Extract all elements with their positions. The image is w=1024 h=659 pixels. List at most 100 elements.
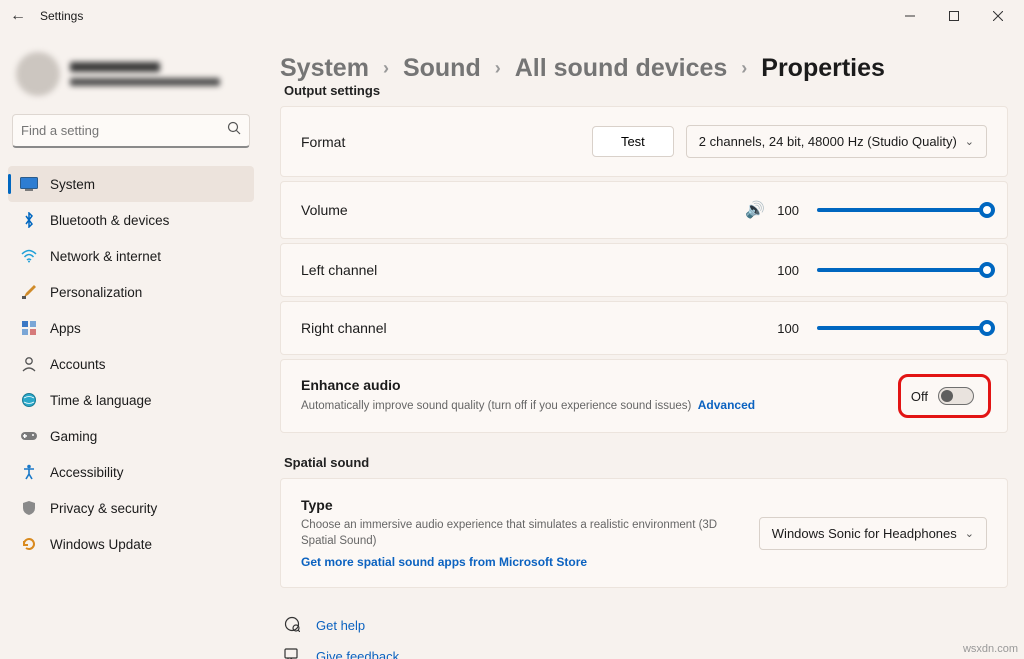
breadcrumb: System › Sound › All sound devices › Proper…: [280, 32, 1008, 89]
nav-list: System Bluetooth & devices Network & int…: [8, 166, 254, 562]
nav-bluetooth[interactable]: Bluetooth & devices: [8, 202, 254, 238]
nav-gaming[interactable]: Gaming: [8, 418, 254, 454]
nav-label: Windows Update: [50, 537, 152, 552]
nav-accessibility[interactable]: Accessibility: [8, 454, 254, 490]
maximize-button[interactable]: [932, 2, 976, 30]
crumb-current: Properties: [761, 54, 885, 83]
main-content: System › Sound › All sound devices › Proper…: [262, 32, 1024, 659]
nav-system[interactable]: System: [8, 166, 254, 202]
enhance-audio-card: Enhance audio Automatically improve soun…: [280, 359, 1008, 433]
crumb-system[interactable]: System: [280, 54, 369, 83]
nav-apps[interactable]: Apps: [8, 310, 254, 346]
back-button[interactable]: ←: [4, 7, 32, 25]
search-input[interactable]: [21, 123, 227, 138]
right-channel-slider[interactable]: [817, 326, 987, 330]
nav-label: Apps: [50, 321, 81, 336]
nav-label: Bluetooth & devices: [50, 213, 169, 228]
nav-label: System: [50, 177, 95, 192]
maximize-icon: [949, 11, 959, 21]
globe-clock-icon: [20, 391, 38, 409]
spatial-type-card: Type Choose an immersive audio experienc…: [280, 478, 1008, 588]
give-feedback-label: Give feedback: [316, 649, 399, 659]
nav-label: Personalization: [50, 285, 142, 300]
nav-label: Gaming: [50, 429, 97, 444]
nav-label: Accessibility: [50, 465, 124, 480]
right-channel-value: 100: [777, 321, 799, 336]
crumb-devices[interactable]: All sound devices: [515, 54, 728, 83]
give-feedback-link[interactable]: Give feedback: [280, 641, 1008, 659]
get-help-label: Get help: [316, 618, 365, 633]
format-label: Format: [301, 134, 345, 150]
volume-label: Volume: [301, 202, 348, 218]
bluetooth-icon: [20, 211, 38, 229]
person-icon: [20, 355, 38, 373]
left-channel-value: 100: [777, 263, 799, 278]
chevron-right-icon: ›: [495, 58, 501, 79]
accessibility-icon: [20, 463, 38, 481]
nav-label: Time & language: [50, 393, 152, 408]
speaker-icon[interactable]: 🔊: [745, 200, 765, 220]
enhance-title: Enhance audio: [301, 377, 755, 393]
help-icon: [284, 616, 302, 635]
spatial-type-sub: Choose an immersive audio experience tha…: [301, 517, 731, 549]
close-icon: [993, 11, 1003, 21]
update-icon: [20, 535, 38, 553]
left-channel-slider[interactable]: [817, 268, 987, 272]
chevron-right-icon: ›: [383, 58, 389, 79]
get-help-link[interactable]: Get help: [280, 610, 1008, 641]
volume-slider[interactable]: [817, 208, 987, 212]
profile-block[interactable]: [8, 40, 254, 114]
window-title: Settings: [32, 9, 83, 23]
nav-label: Accounts: [50, 357, 106, 372]
search-box[interactable]: [12, 114, 250, 148]
left-channel-label: Left channel: [301, 262, 377, 278]
titlebar: ← Settings: [0, 0, 1024, 32]
shield-icon: [20, 499, 38, 517]
right-channel-label: Right channel: [301, 320, 387, 336]
format-value: 2 channels, 24 bit, 48000 Hz (Studio Qua…: [699, 134, 957, 149]
chevron-right-icon: ›: [741, 58, 747, 79]
system-icon: [20, 175, 38, 193]
right-channel-card: Right channel 100: [280, 301, 1008, 355]
brush-icon: [20, 283, 38, 301]
enhance-advanced-link[interactable]: Advanced: [698, 398, 755, 412]
spatial-type-title: Type: [301, 497, 731, 513]
enhance-subtext: Automatically improve sound quality (tur…: [301, 397, 755, 414]
watermark: wsxdn.com: [963, 643, 1018, 655]
nav-update[interactable]: Windows Update: [8, 526, 254, 562]
volume-value: 100: [777, 203, 799, 218]
nav-time[interactable]: Time & language: [8, 382, 254, 418]
format-card: Format Test 2 channels, 24 bit, 48000 Hz…: [280, 106, 1008, 177]
nav-label: Network & internet: [50, 249, 161, 264]
volume-card: Volume 🔊 100: [280, 181, 1008, 239]
nav-privacy[interactable]: Privacy & security: [8, 490, 254, 526]
enhance-toggle-state: Off: [911, 389, 928, 404]
enhance-toggle[interactable]: [938, 387, 974, 405]
sidebar: System Bluetooth & devices Network & int…: [0, 32, 262, 659]
spatial-sound-heading: Spatial sound: [284, 455, 1008, 470]
enhance-toggle-highlight: Off: [898, 374, 991, 418]
wifi-icon: [20, 247, 38, 265]
format-select[interactable]: 2 channels, 24 bit, 48000 Hz (Studio Qua…: [686, 125, 987, 158]
apps-icon: [20, 319, 38, 337]
help-links: Get help Give feedback: [280, 610, 1008, 659]
nav-accounts[interactable]: Accounts: [8, 346, 254, 382]
chevron-down-icon: ⌄: [965, 135, 974, 148]
chevron-down-icon: ⌄: [965, 527, 974, 540]
nav-label: Privacy & security: [50, 501, 157, 516]
crumb-sound[interactable]: Sound: [403, 54, 481, 83]
close-button[interactable]: [976, 2, 1020, 30]
minimize-icon: [905, 11, 915, 21]
left-channel-card: Left channel 100: [280, 243, 1008, 297]
output-settings-heading: Output settings: [284, 83, 1008, 98]
gaming-icon: [20, 427, 38, 445]
minimize-button[interactable]: [888, 2, 932, 30]
nav-network[interactable]: Network & internet: [8, 238, 254, 274]
spatial-type-value: Windows Sonic for Headphones: [772, 526, 957, 541]
spatial-store-link[interactable]: Get more spatial sound apps from Microso…: [301, 555, 731, 569]
spatial-type-select[interactable]: Windows Sonic for Headphones ⌄: [759, 517, 987, 550]
avatar: [16, 52, 60, 96]
search-icon: [227, 121, 241, 140]
nav-personalization[interactable]: Personalization: [8, 274, 254, 310]
test-button[interactable]: Test: [592, 126, 674, 157]
